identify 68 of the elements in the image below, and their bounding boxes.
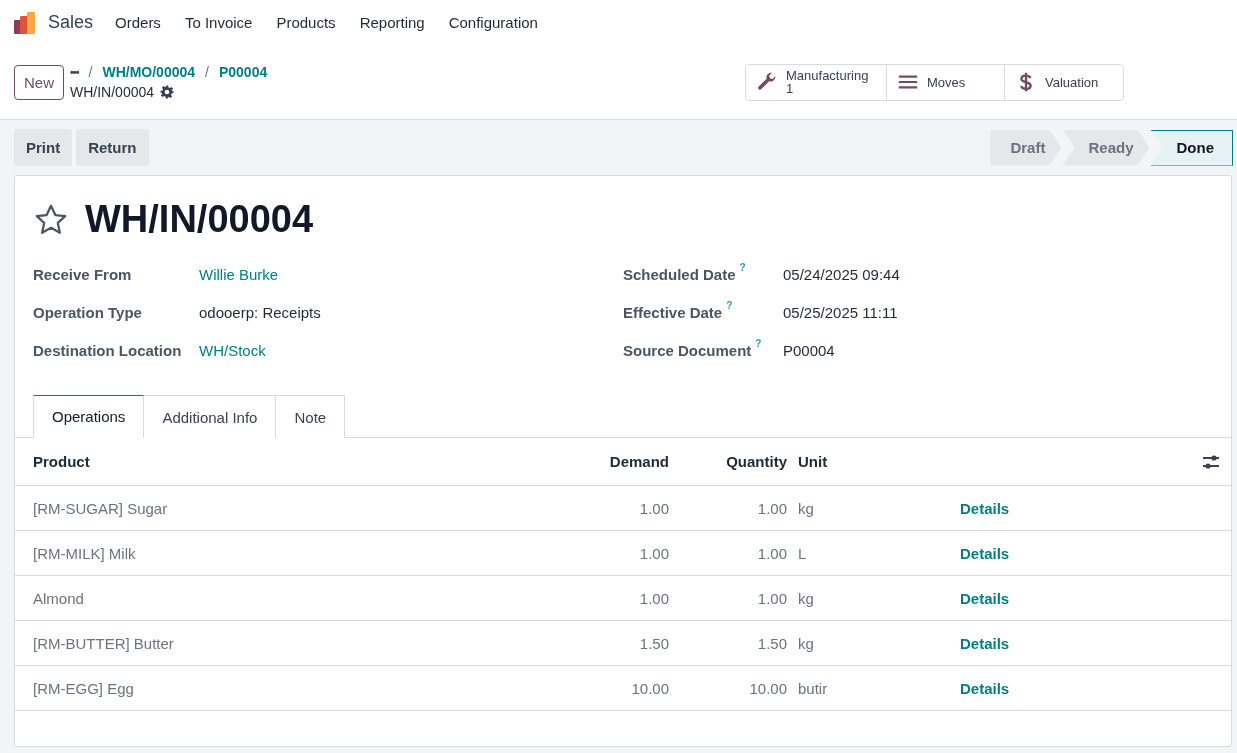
table-cell: 10.00 [578, 665, 670, 711]
table-cell: [RM-SUGAR] Sugar [15, 485, 578, 531]
field-label: Receive From [33, 265, 133, 283]
status-step[interactable]: Ready [1062, 129, 1150, 166]
current-record: WH/IN/00004 [70, 84, 155, 100]
table-cell: kg [788, 620, 959, 666]
field-value[interactable]: WH/Stock [199, 341, 266, 359]
column-header[interactable]: Quantity [670, 438, 788, 486]
breadcrumb-separator: / [205, 64, 209, 80]
menu-item[interactable]: Configuration [448, 14, 538, 31]
wrench-icon [756, 71, 778, 93]
field-label: Source Document [623, 341, 752, 359]
table-cell: 1.00 [670, 575, 788, 621]
table-cell: 1.00 [578, 575, 670, 621]
table-cell: L [788, 530, 959, 576]
details-link[interactable]: Details [960, 499, 1010, 517]
column-header[interactable]: Demand [578, 438, 670, 486]
menu-item[interactable]: Reporting [359, 14, 425, 31]
table-cell: 1.50 [578, 620, 670, 666]
details-link[interactable]: Details [960, 544, 1010, 562]
record-title: WH/IN/00004 [85, 198, 314, 241]
details-link[interactable]: Details [960, 634, 1010, 652]
details-link[interactable]: Details [960, 589, 1010, 607]
app-logo-icon[interactable] [12, 9, 38, 36]
breadcrumb-link[interactable]: P00004 [218, 64, 268, 80]
new-button[interactable]: New [14, 64, 64, 100]
table-cell: Almond [15, 575, 578, 621]
table-cell: [RM-MILK] Milk [15, 530, 578, 576]
table-cell: [RM-BUTTER] Butter [15, 620, 578, 666]
table-cell: kg [788, 485, 959, 531]
field-value: 05/24/2025 09:44 [783, 265, 900, 283]
field-value: P00004 [783, 341, 835, 359]
settings-icon[interactable] [160, 85, 175, 99]
app-name[interactable]: Sales [48, 12, 94, 33]
menu-item[interactable]: Orders [115, 14, 161, 31]
column-header[interactable]: Product [15, 438, 578, 486]
menu-item[interactable]: Products [276, 14, 336, 31]
status-step[interactable]: Done [1150, 129, 1233, 166]
details-link[interactable]: Details [960, 679, 1010, 697]
field-value: odooerp: Receipts [199, 303, 321, 321]
table-cell: 1.50 [670, 620, 788, 666]
status-step[interactable]: Draft [990, 129, 1062, 166]
field-label: Operation Type [33, 303, 143, 321]
table-cell: 1.00 [578, 530, 670, 576]
field-value[interactable]: Willie Burke [199, 265, 279, 283]
field-label: Effective Date [623, 303, 723, 321]
field-value: 05/25/2025 11:11 [783, 303, 898, 321]
table-cell: 1.00 [670, 485, 788, 531]
action-button[interactable]: Print [14, 129, 73, 166]
notebook-tab[interactable]: Additional Info [143, 395, 277, 438]
column-header[interactable]: Unit [788, 438, 959, 486]
menu-item[interactable]: To Invoice [184, 14, 253, 31]
table-cell: 1.00 [578, 485, 670, 531]
breadcrumb-link[interactable]: WH/MO/00004 [102, 64, 196, 80]
breadcrumb-separator: / [88, 64, 93, 80]
table-cell: 1.00 [670, 530, 788, 576]
notebook-tab[interactable]: Operations [33, 395, 145, 438]
breadcrumb-more[interactable]: ••• [70, 66, 79, 78]
smart-button[interactable]: Manufacturing 1 [746, 64, 887, 100]
field-label: Scheduled Date [623, 265, 736, 283]
table-cell: butir [788, 665, 959, 711]
table-cell: 10.00 [670, 665, 788, 711]
action-button[interactable]: Return [76, 129, 149, 166]
notebook-tab[interactable]: Note [275, 395, 346, 438]
field-label: Destination Location [33, 341, 183, 359]
column-options-icon[interactable] [1202, 453, 1220, 470]
table-cell: kg [788, 575, 959, 621]
table-cell: [RM-EGG] Egg [15, 665, 578, 711]
